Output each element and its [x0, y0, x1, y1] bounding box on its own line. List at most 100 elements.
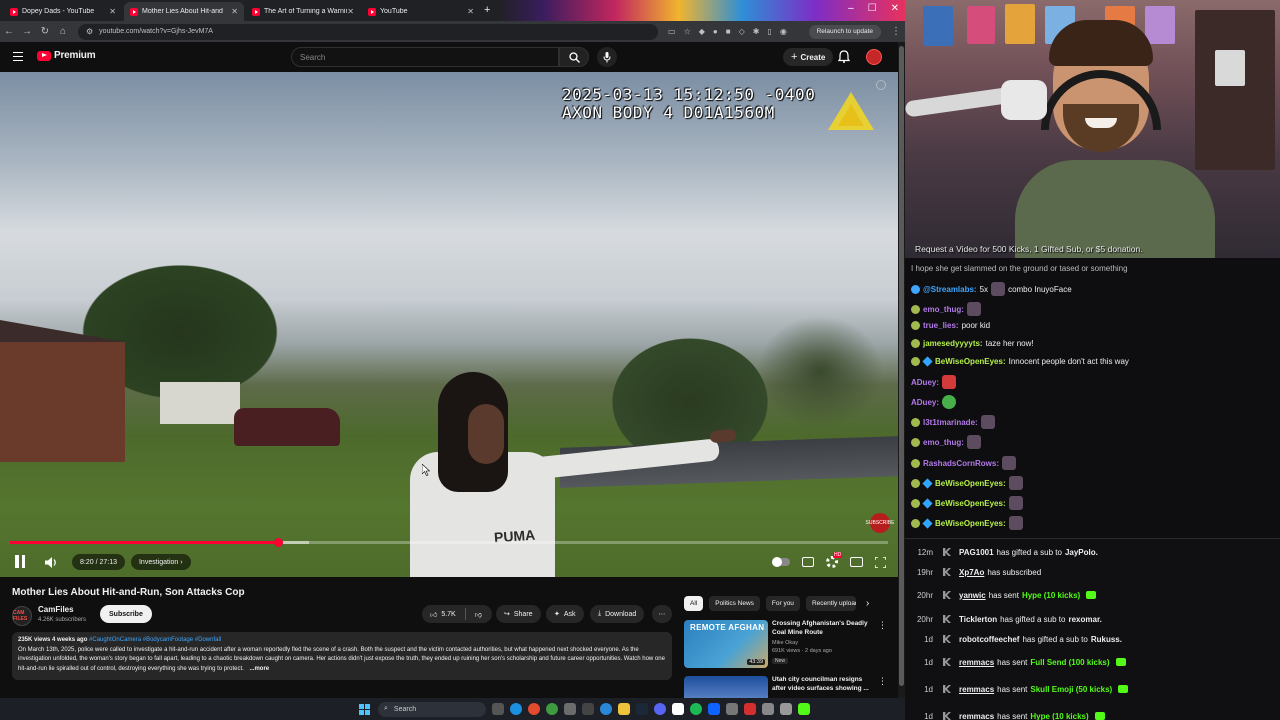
- obs-icon[interactable]: [672, 703, 684, 715]
- tab-art-of-warning[interactable]: The Art of Turning a Warning in ✕: [246, 2, 360, 21]
- settings-gear-icon[interactable]: HD: [826, 552, 843, 568]
- chat-username[interactable]: BeWiseOpenEyes:: [935, 499, 1006, 508]
- event-username[interactable]: Xp7Ao: [959, 568, 984, 577]
- create-button[interactable]: + Create: [783, 48, 834, 66]
- more-options-icon[interactable]: ⋮: [878, 676, 887, 687]
- recommended-channel[interactable]: Mike Okay: [772, 640, 798, 646]
- autoplay-toggle[interactable]: [772, 557, 790, 567]
- event-username[interactable]: PAG1001: [959, 548, 994, 557]
- pause-button[interactable]: [13, 555, 27, 569]
- thumbs-up-icon[interactable]: 👍︎: [430, 610, 437, 619]
- close-window-icon[interactable]: ✕: [891, 3, 899, 14]
- scrollbar-thumb[interactable]: [899, 46, 904, 686]
- close-tab-icon[interactable]: ✕: [347, 7, 354, 16]
- subscribe-watermark[interactable]: SUBSCRIBE: [866, 513, 894, 533]
- site-info-icon[interactable]: ⚙: [86, 27, 93, 36]
- video-thumbnail[interactable]: [684, 676, 768, 698]
- account-avatar[interactable]: [866, 49, 882, 65]
- chat-username[interactable]: ADuey:: [911, 398, 939, 407]
- steam-icon[interactable]: [636, 703, 648, 715]
- more-options-icon[interactable]: ⋮: [878, 620, 887, 631]
- extension-icon[interactable]: ◆: [699, 27, 705, 36]
- youtube-logo[interactable]: Premium: [37, 50, 96, 61]
- video-thumbnail[interactable]: REMOTE AFGHAN 43:39: [684, 620, 768, 668]
- close-tab-icon[interactable]: ✕: [109, 7, 116, 16]
- captions-icon[interactable]: [802, 557, 814, 567]
- chat-username[interactable]: BeWiseOpenEyes:: [935, 479, 1006, 488]
- tab-youtube[interactable]: YouTube ✕: [362, 2, 480, 21]
- event-username[interactable]: remmacs: [959, 658, 994, 667]
- progress-scrubber[interactable]: [274, 538, 284, 547]
- task-view-icon[interactable]: [492, 703, 504, 715]
- share-button[interactable]: ↪ Share: [496, 605, 541, 623]
- maximize-icon[interactable]: ☐: [868, 3, 877, 14]
- spotify-icon[interactable]: [690, 703, 702, 715]
- back-icon[interactable]: ←: [0, 26, 18, 37]
- forward-icon[interactable]: →: [18, 26, 36, 37]
- chat-username[interactable]: RashadsCornRows:: [923, 459, 999, 468]
- channel-name[interactable]: CamFiles: [38, 605, 74, 614]
- app-icon[interactable]: [600, 703, 612, 715]
- volume-icon[interactable]: [45, 556, 58, 568]
- chat-username[interactable]: true_lies:: [923, 321, 959, 330]
- chat-username[interactable]: BeWiseOpenEyes:: [935, 357, 1006, 366]
- hashtags[interactable]: #CaughtOnCamera #BodycamFootage #Downfal…: [89, 637, 221, 643]
- chat-username[interactable]: emo_thug:: [923, 438, 964, 447]
- tab-current-video[interactable]: Mother Lies About Hit-and ✕: [124, 2, 244, 21]
- event-target[interactable]: Rukuss.: [1091, 635, 1122, 644]
- url-field[interactable]: ⚙ youtube.com/watch?v=Gjhs-JevM7A: [78, 23, 658, 40]
- home-icon[interactable]: ⌂: [54, 26, 72, 37]
- description-box[interactable]: 235K views 4 weeks ago #CaughtOnCamera #…: [12, 632, 672, 680]
- recommended-title[interactable]: Utah city councilman resigns after video…: [772, 676, 872, 693]
- app-icon[interactable]: [744, 703, 756, 715]
- fullscreen-icon[interactable]: [875, 556, 886, 568]
- search-input[interactable]: Search: [291, 47, 559, 67]
- reload-icon[interactable]: ↻: [36, 26, 54, 37]
- thumbs-down-icon[interactable]: 👎︎: [475, 610, 482, 619]
- chrome-profile-icon[interactable]: [546, 703, 558, 715]
- chip-for-you[interactable]: For you: [765, 596, 800, 611]
- chapter-button[interactable]: Investigation ›: [130, 554, 191, 570]
- puzzle-icon[interactable]: ✱: [753, 27, 760, 36]
- voice-search-button[interactable]: [597, 47, 617, 67]
- profile-icon[interactable]: ◉: [780, 27, 787, 36]
- new-tab-button[interactable]: +: [484, 4, 490, 16]
- chat-username[interactable]: BeWiseOpenEyes:: [935, 519, 1006, 528]
- chips-next-icon[interactable]: ›: [866, 598, 869, 609]
- channel-avatar[interactable]: CAM FILES: [12, 606, 32, 626]
- event-username[interactable]: yanwic: [959, 591, 986, 600]
- ask-button[interactable]: ✦ Ask: [546, 605, 584, 623]
- app-icon[interactable]: [708, 703, 720, 715]
- like-count[interactable]: 5.7K: [441, 611, 455, 618]
- search-button[interactable]: [559, 47, 589, 67]
- snipping-tool-icon[interactable]: [762, 703, 774, 715]
- event-target[interactable]: JayPolo.: [1065, 548, 1098, 557]
- download-button[interactable]: ⤓ Download: [590, 605, 645, 623]
- chip-all[interactable]: All: [684, 596, 704, 611]
- video-player[interactable]: PUMA 2025-03-13 15:12:50 -0400 AXON BODY…: [0, 72, 898, 577]
- discord-icon[interactable]: [654, 703, 666, 715]
- terminal-icon[interactable]: [582, 703, 594, 715]
- more-actions-button[interactable]: ⋯: [652, 605, 672, 623]
- miniplayer-icon[interactable]: [850, 557, 863, 567]
- close-tab-icon[interactable]: ✕: [467, 7, 474, 16]
- windows-start-icon[interactable]: [359, 703, 370, 715]
- chat-username[interactable]: @Streamlabs:: [923, 285, 977, 294]
- edge-icon[interactable]: [510, 703, 522, 715]
- chat-username[interactable]: jamesedyyyyts:: [923, 339, 983, 348]
- event-username[interactable]: Ticklerton: [959, 615, 997, 624]
- tab-dopey-dads[interactable]: Dopey Dads - YouTube ✕: [4, 2, 122, 21]
- video-info-icon[interactable]: [876, 80, 886, 90]
- extension-icon[interactable]: ◇: [739, 27, 745, 36]
- app-icon[interactable]: [726, 703, 738, 715]
- event-username[interactable]: robotcoffeechef: [959, 635, 1019, 644]
- file-explorer-icon[interactable]: [618, 703, 630, 715]
- progress-bar[interactable]: [10, 538, 888, 547]
- chip-politics-news[interactable]: Politics News: [709, 596, 760, 611]
- chrome-icon[interactable]: [528, 703, 540, 715]
- menu-dots-icon[interactable]: ⋮: [887, 26, 905, 37]
- extension-icon[interactable]: ●: [713, 27, 718, 36]
- app-icon[interactable]: [780, 703, 792, 715]
- extension-icon[interactable]: ■: [726, 27, 731, 36]
- relaunch-button[interactable]: Relaunch to update: [808, 24, 881, 39]
